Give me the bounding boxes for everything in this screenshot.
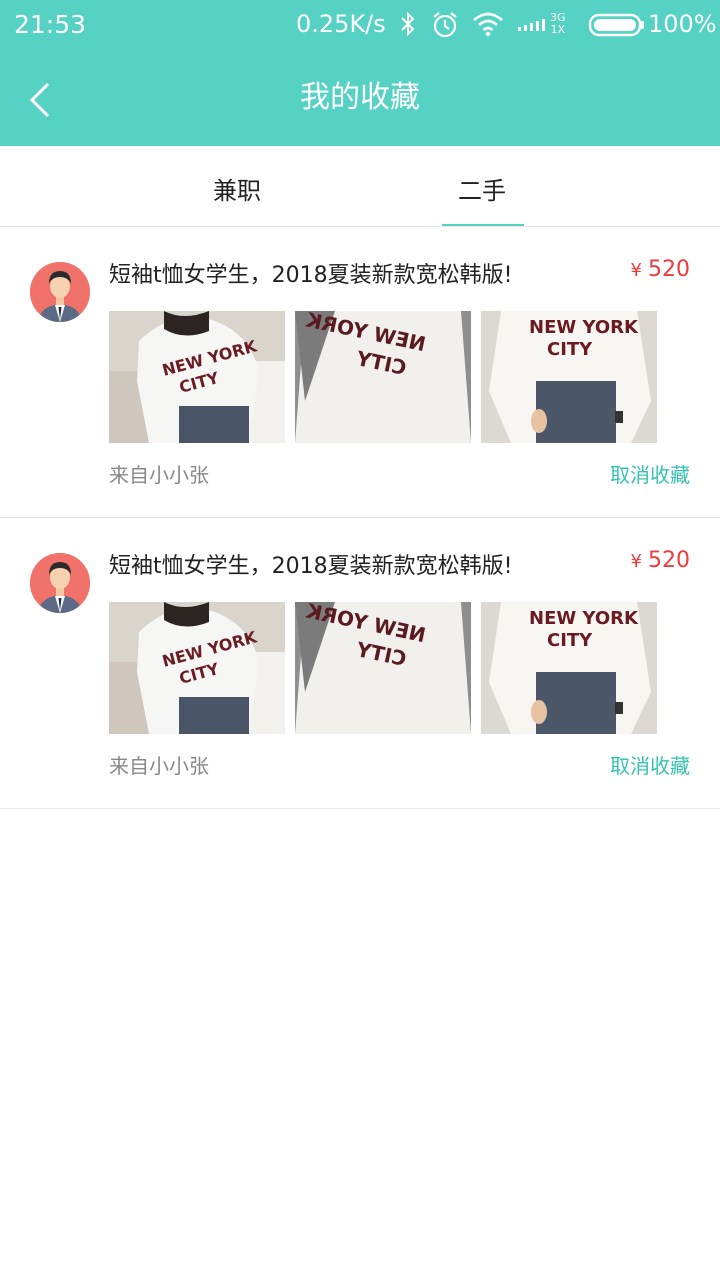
wifi-icon [472,10,504,44]
page-title: 我的收藏 [300,80,420,115]
price-value: 520 [648,257,690,282]
image-gallery: NEW YORK CITY NEW YORK CITY NEW YORK CIT [109,311,657,443]
image-text-2: CITY [547,630,593,651]
product-image[interactable]: NEW YORK CITY [481,602,657,734]
status-time: 21:53 [14,10,87,39]
item-price: ¥520 [631,548,690,573]
cancel-favorite-button[interactable]: 取消收藏 [610,459,690,488]
tab-active-indicator [442,224,524,226]
list-item[interactable]: 短袖t恤女学生，2018夏装新款宽松韩版! ¥520 NEW YORK CITY… [0,227,720,518]
item-title: 短袖t恤女学生，2018夏装新款宽松韩版! [109,263,513,288]
network-type: 3G 1X [550,12,566,36]
item-title: 短袖t恤女学生，2018夏装新款宽松韩版! [109,554,513,579]
product-image[interactable]: NEW YORK CITY [295,602,471,734]
app-header: 21:53 0.25K/s 3G 1X 100% 我的收藏 [0,0,720,146]
item-source: 来自小小张 [109,754,209,778]
cancel-favorite-button[interactable]: 取消收藏 [610,750,690,779]
tab-bar: 兼职 二手 [0,146,720,227]
currency-symbol: ¥ [630,260,642,281]
tab-secondhand[interactable]: 二手 [422,146,542,226]
status-speed: 0.25K/s [296,10,386,38]
item-price: ¥520 [631,257,690,282]
item-source: 来自小小张 [109,463,209,487]
bluetooth-icon [398,10,418,44]
image-gallery: NEW YORK CITY NEW YORK CITY NEW YORK CIT [109,602,657,734]
status-bar: 21:53 0.25K/s 3G 1X 100% [0,0,720,50]
image-text-1: NEW YORK [529,317,639,338]
alarm-icon [430,10,460,46]
price-value: 520 [648,548,690,573]
currency-symbol: ¥ [630,551,642,572]
product-image[interactable]: NEW YORK CITY [295,311,471,443]
battery-percent: 100% [648,10,717,38]
list-item[interactable]: 短袖t恤女学生，2018夏装新款宽松韩版! ¥520 NEW YORK CITY… [0,518,720,809]
product-image[interactable]: NEW YORK CITY [109,602,285,734]
avatar [30,553,90,613]
battery-icon [588,12,646,44]
tab-parttime[interactable]: 兼职 [177,146,297,226]
image-text-2: CITY [547,339,593,360]
image-text-1: NEW YORK [529,608,639,629]
network-type-bottom: 1X [550,23,566,36]
product-image[interactable]: NEW YORK CITY [109,311,285,443]
avatar [30,262,90,322]
signal-icon [516,10,548,44]
product-image[interactable]: NEW YORK CITY [481,311,657,443]
